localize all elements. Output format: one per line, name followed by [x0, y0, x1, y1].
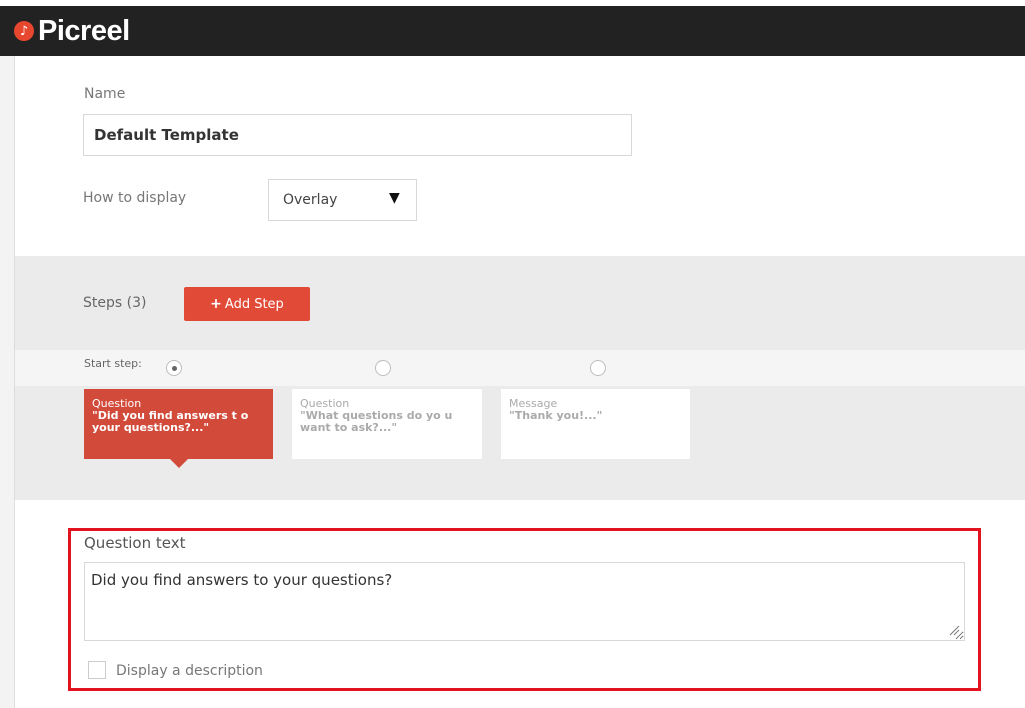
start-step-radio-2[interactable] [375, 360, 391, 376]
resize-grip-icon[interactable] [948, 624, 960, 636]
left-rail [0, 56, 15, 708]
add-step-label: Add Step [224, 296, 284, 312]
step-card-2[interactable]: Question "What questions do yo u want to… [292, 389, 482, 459]
dropdown-arrow-icon: ▼ [389, 190, 400, 206]
start-step-label: Start step: [84, 357, 142, 370]
display-select-value: Overlay [283, 192, 338, 208]
radio-selected-dot [172, 366, 177, 371]
step-text: "Thank you!..." [509, 409, 603, 422]
logo-text: Picreel [38, 14, 130, 47]
step-text: "Did you find answers t o your questions… [92, 409, 249, 434]
question-text-input[interactable]: Did you find answers to your questions? [84, 562, 965, 641]
question-text-label: Question text [84, 534, 186, 552]
step-card-3[interactable]: Message "Thank you!..." [501, 389, 690, 459]
add-step-button[interactable]: + Add Step [184, 287, 310, 321]
name-input[interactable] [83, 114, 632, 156]
display-select[interactable]: Overlay ▼ [268, 179, 417, 221]
step-card-1[interactable]: Question "Did you find answers t o your … [84, 389, 273, 459]
display-label: How to display [83, 190, 187, 206]
start-step-radio-3[interactable] [590, 360, 606, 376]
name-label: Name [84, 86, 126, 102]
display-description-label: Display a description [116, 663, 263, 679]
plus-icon: + [210, 296, 222, 312]
music-note-icon: ♪ [14, 21, 34, 41]
display-description-checkbox[interactable] [88, 661, 106, 679]
active-step-pointer [170, 459, 188, 468]
start-step-radio-1[interactable] [166, 360, 182, 376]
top-bar: ♪ Picreel [0, 6, 1025, 56]
picreel-logo[interactable]: ♪ Picreel [14, 13, 130, 49]
steps-count-label: Steps (3) [83, 295, 147, 311]
step-text: "What questions do yo u want to ask?..." [300, 409, 453, 434]
